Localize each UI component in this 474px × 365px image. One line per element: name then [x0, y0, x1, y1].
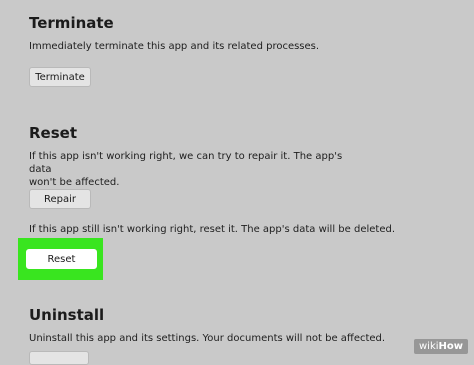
- terminate-button[interactable]: Terminate: [29, 67, 91, 87]
- watermark-prefix: wiki: [418, 341, 439, 352]
- repair-description: If this app isn't working right, we can …: [29, 150, 359, 189]
- reset-description: If this app still isn't working right, r…: [29, 224, 395, 235]
- wikihow-watermark: wikiHow: [413, 339, 468, 354]
- terminate-heading: Terminate: [29, 14, 114, 32]
- terminate-description: Immediately terminate this app and its r…: [29, 41, 320, 52]
- repair-button[interactable]: Repair: [29, 189, 91, 209]
- uninstall-heading: Uninstall: [29, 306, 105, 324]
- reset-button[interactable]: Reset: [26, 249, 97, 269]
- reset-heading: Reset: [29, 124, 77, 142]
- watermark-suffix: How: [438, 341, 463, 352]
- repair-description-line2: won't be affected.: [29, 177, 120, 188]
- repair-description-line1: If this app isn't working right, we can …: [29, 151, 343, 175]
- uninstall-description: Uninstall this app and its settings. You…: [29, 333, 386, 344]
- uninstall-button[interactable]: [29, 351, 89, 365]
